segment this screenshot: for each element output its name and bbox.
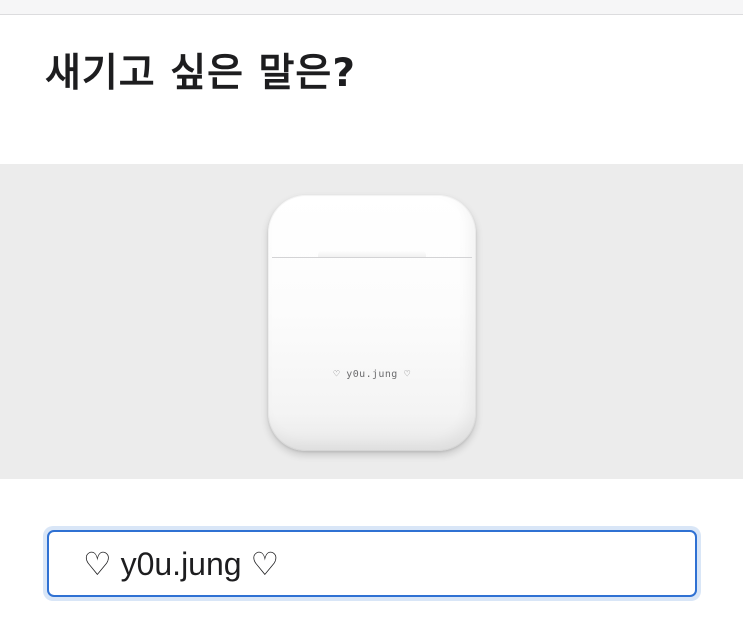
engraving-input-focus-ring: [43, 526, 701, 601]
page-title: 새기고 싶은 말은?: [45, 51, 356, 96]
engraving-preview-text: ♡ y0u.jung ♡: [333, 369, 411, 380]
case-lid-seam: [272, 257, 472, 258]
airpods-case-image: ♡ y0u.jung ♡: [268, 195, 476, 451]
engraving-input[interactable]: [47, 530, 697, 597]
top-edge-bar: [0, 0, 743, 15]
